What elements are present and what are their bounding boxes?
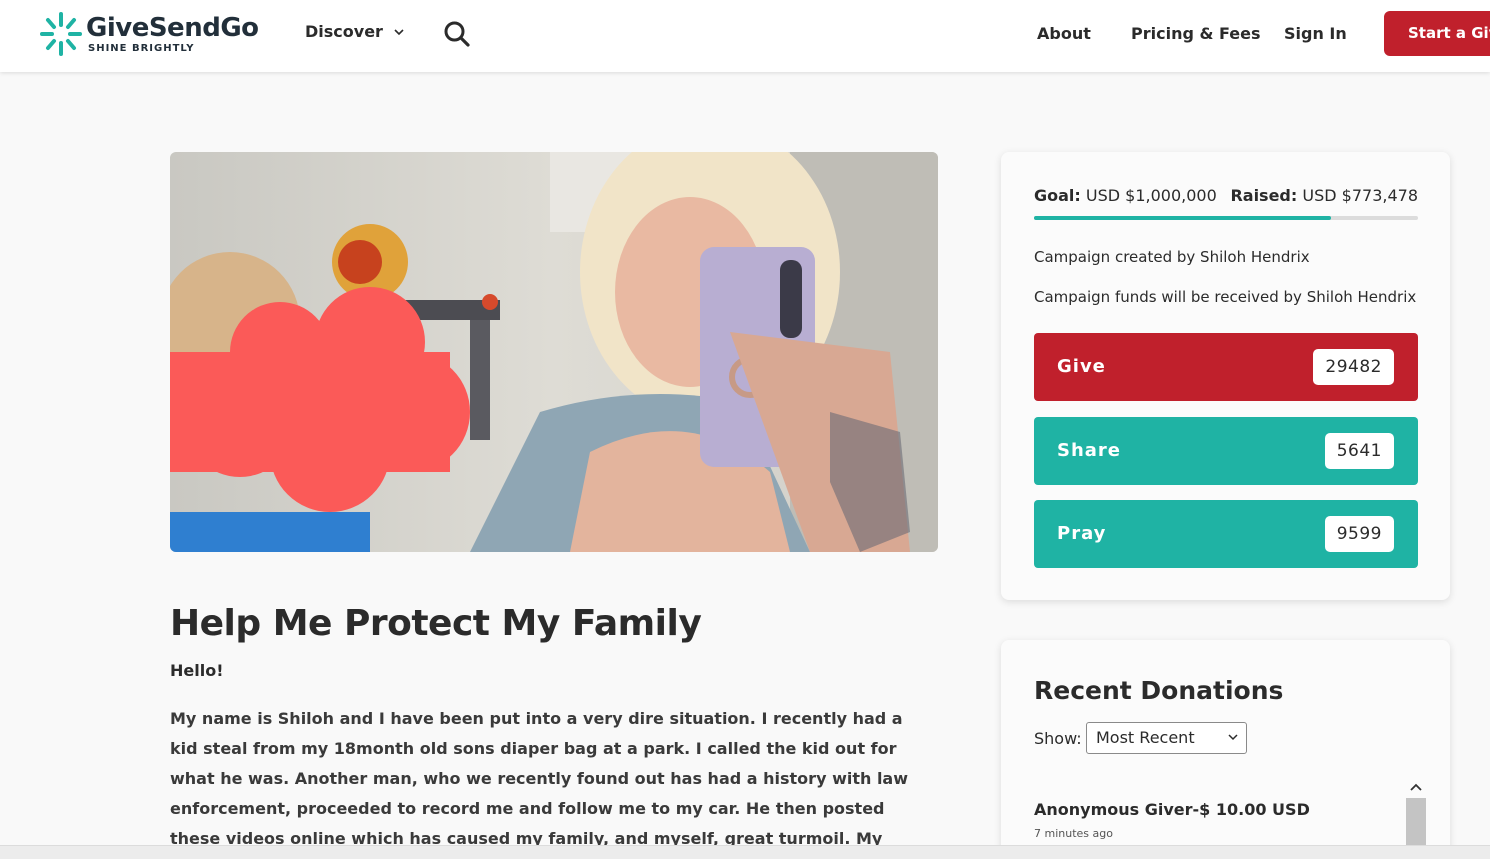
campaign-summary-card: Goal: USD $1,000,000 Raised: USD $773,47… [1001,152,1450,600]
chevron-down-icon [1228,734,1238,741]
campaign-creator: Campaign created by Shiloh Hendrix [1034,248,1310,266]
progress-fill [1034,216,1331,220]
progress-bar [1034,216,1418,220]
scroll-up-icon[interactable] [1405,780,1427,796]
discover-menu[interactable]: Discover [305,22,405,41]
donation-time: 7 minutes ago [1034,827,1113,840]
give-button[interactable]: Give 29482 [1034,333,1418,401]
share-count-badge: 5641 [1324,433,1394,469]
chevron-down-icon [394,28,404,35]
give-label: Give [1057,356,1106,377]
campaign-image [170,152,938,552]
pray-label: Pray [1057,523,1107,544]
pray-count-badge: 9599 [1324,516,1394,552]
show-selected-value: Most Recent [1096,728,1195,747]
campaign-funds-receiver: Campaign funds will be received by Shilo… [1034,288,1417,306]
recent-donations-card: Recent Donations Show: Most Recent Anony… [1001,640,1450,859]
campaign-title: Help Me Protect My Family [170,603,702,644]
bottom-edge-bar [0,845,1490,859]
start-give-button[interactable]: Start a Give [1384,11,1490,56]
share-label: Share [1057,440,1122,461]
share-button[interactable]: Share 5641 [1034,417,1418,485]
site-header: GiveSendGo SHINE BRIGHTLY Discover About… [0,0,1490,72]
search-icon[interactable] [443,20,471,48]
logo-name: GiveSendGo [86,12,259,43]
about-link[interactable]: About [1037,24,1091,43]
pray-button[interactable]: Pray 9599 [1034,500,1418,568]
campaign-greeting: Hello! [170,661,224,680]
campaign-story: My name is Shiloh and I have been put in… [170,709,908,848]
sign-in-link[interactable]: Sign In [1284,24,1347,43]
goal-raised-row: Goal: USD $1,000,000 Raised: USD $773,47… [1034,186,1418,205]
recent-donations-title: Recent Donations [1034,676,1284,705]
pricing-fees-link[interactable]: Pricing & Fees [1131,24,1261,43]
show-filter-select[interactable]: Most Recent [1086,722,1247,754]
logo-burst-icon [40,12,82,56]
raised-info: Raised: USD $773,478 [1230,186,1418,205]
give-count-badge: 29482 [1313,349,1394,385]
discover-label: Discover [305,22,383,41]
donation-donor: Anonymous Giver-$ 10.00 USD [1034,800,1310,819]
logo-tagline: SHINE BRIGHTLY [88,42,195,54]
goal-info: Goal: USD $1,000,000 [1034,186,1217,205]
site-logo[interactable]: GiveSendGo SHINE BRIGHTLY [40,10,259,58]
show-label: Show: [1034,729,1082,748]
